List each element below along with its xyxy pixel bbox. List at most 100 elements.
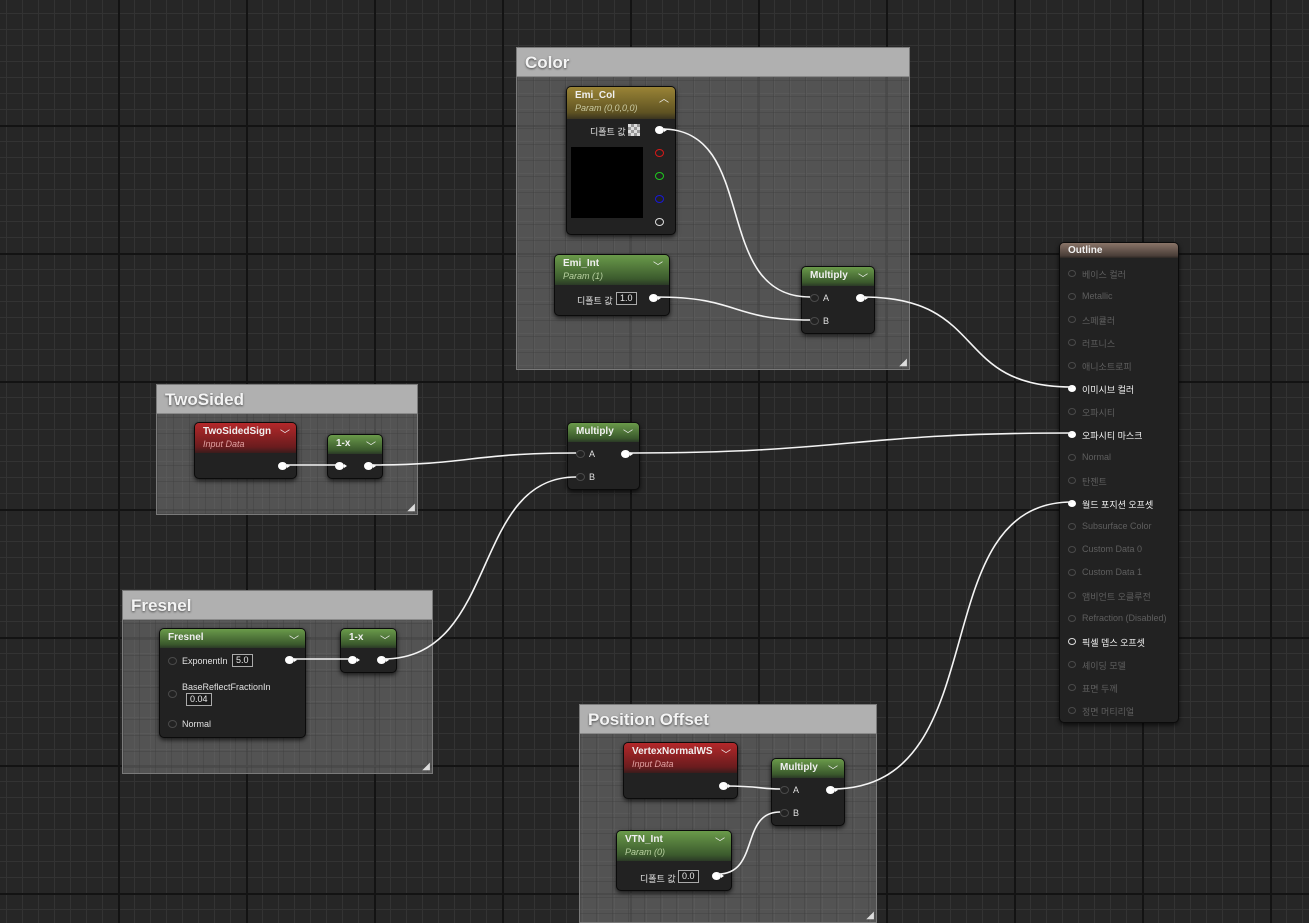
node-header[interactable]: Multiply ﹀ <box>802 267 874 286</box>
fresnel-node[interactable]: Fresnel ﹀ ExponentIn 5.0 BaseReflectFrac… <box>159 628 306 738</box>
output-pin[interactable] <box>377 656 389 664</box>
output-pin[interactable] <box>364 462 376 470</box>
input-pin[interactable] <box>1068 385 1076 392</box>
input-pin[interactable] <box>1068 615 1076 622</box>
default-value-field[interactable]: 1.0 <box>616 292 637 305</box>
chevron-down-icon[interactable]: ﹀ <box>280 426 290 441</box>
input-pin[interactable] <box>1068 477 1076 484</box>
node-header[interactable]: VertexNormalWS Input Data ﹀ <box>624 743 737 773</box>
chevron-down-icon[interactable]: ﹀ <box>289 632 299 647</box>
input-pin[interactable] <box>1068 638 1076 645</box>
resize-grip-icon[interactable]: ◢ <box>422 762 430 772</box>
output-pin[interactable] <box>712 872 724 880</box>
pin-label: Metallic <box>1082 291 1113 301</box>
output-pin[interactable] <box>719 782 731 790</box>
chevron-down-icon[interactable]: ﹀ <box>721 746 731 761</box>
node-header[interactable]: TwoSidedSign Input Data ﹀ <box>195 423 296 453</box>
output-pin[interactable] <box>278 462 290 470</box>
twosidedsign-node[interactable]: TwoSidedSign Input Data ﹀ <box>194 422 297 479</box>
pin-label-exponent: ExponentIn <box>182 656 228 666</box>
input-pin[interactable] <box>1068 270 1076 277</box>
output-pin-g[interactable] <box>655 172 664 180</box>
node-header[interactable]: Outline <box>1060 243 1178 258</box>
input-pin[interactable] <box>1068 523 1076 530</box>
default-value-field[interactable]: 0.0 <box>678 870 699 883</box>
input-pin[interactable] <box>1068 431 1076 438</box>
input-pin-basereflect[interactable] <box>168 690 177 698</box>
comment-title: Color <box>517 48 909 77</box>
input-pin[interactable] <box>348 656 360 664</box>
outline-material-node[interactable]: Outline 베이스 컬러 Metallic 스페큘러 러프니스 애니소트로피 이미시브… <box>1059 242 1179 723</box>
emi-int-node[interactable]: Emi_Int Param (1) ﹀ 디폴트 값 1.0 <box>554 254 670 316</box>
input-pin-a[interactable] <box>780 786 789 794</box>
basereflect-field[interactable]: 0.04 <box>186 693 212 706</box>
input-pin-normal[interactable] <box>168 720 177 728</box>
node-header[interactable]: 1-x ﹀ <box>341 629 396 648</box>
collapse-chevron-up-icon[interactable]: ︿ <box>659 90 669 105</box>
chevron-down-icon[interactable]: ﹀ <box>623 426 633 441</box>
pin-label: 표면 두께 <box>1082 684 1118 694</box>
pin-label: 정면 머티리얼 <box>1082 707 1135 717</box>
exponent-field[interactable]: 5.0 <box>232 654 253 667</box>
output-pin[interactable] <box>649 294 661 302</box>
pin-label: Normal <box>1082 452 1112 462</box>
output-pin-rgba[interactable] <box>655 126 667 134</box>
input-pin[interactable] <box>335 462 347 470</box>
input-pin-exponent[interactable] <box>168 657 177 665</box>
input-pin[interactable] <box>1068 362 1076 369</box>
multiply-color-node[interactable]: Multiply ﹀ A B <box>801 266 875 334</box>
input-pin[interactable] <box>1068 293 1076 300</box>
node-header[interactable]: Fresnel ﹀ <box>160 629 305 648</box>
output-pin-b[interactable] <box>655 195 664 203</box>
emi-col-node[interactable]: Emi_Col Param (0,0,0,0) ︿ 디폴트 값 <box>566 86 676 235</box>
comment-title: TwoSided <box>157 385 417 414</box>
output-pin[interactable] <box>285 656 297 664</box>
output-pin[interactable] <box>621 450 633 458</box>
input-pin[interactable] <box>1068 569 1076 576</box>
input-pin-a[interactable] <box>810 294 819 302</box>
input-pin-b[interactable] <box>810 317 819 325</box>
pin-label-normal: Normal <box>182 719 212 729</box>
input-pin[interactable] <box>1068 500 1076 507</box>
multiply-mid-node[interactable]: Multiply ﹀ A B <box>567 422 640 490</box>
input-pin[interactable] <box>1068 546 1076 553</box>
node-header[interactable]: Emi_Col Param (0,0,0,0) ︿ <box>567 87 675 119</box>
node-header[interactable]: Emi_Int Param (1) ﹀ <box>555 255 669 285</box>
output-pin[interactable] <box>856 294 868 302</box>
one-minus-node-1[interactable]: 1-x ﹀ <box>327 434 383 479</box>
resize-grip-icon[interactable]: ◢ <box>899 358 907 368</box>
input-pin[interactable] <box>1068 684 1076 691</box>
input-pin[interactable] <box>1068 661 1076 668</box>
input-pin[interactable] <box>1068 707 1076 714</box>
input-pin[interactable] <box>1068 316 1076 323</box>
node-header[interactable]: Multiply ﹀ <box>568 423 639 442</box>
output-pin[interactable] <box>826 786 838 794</box>
vtn-int-node[interactable]: VTN_Int Param (0) ﹀ 디폴트 값 0.0 <box>616 830 732 891</box>
pin-label: 오파시티 <box>1082 408 1116 418</box>
input-pin[interactable] <box>1068 408 1076 415</box>
pin-label-b: B <box>823 316 830 326</box>
input-pin-b[interactable] <box>780 809 789 817</box>
input-pin[interactable] <box>1068 339 1076 346</box>
one-minus-node-2[interactable]: 1-x ﹀ <box>340 628 397 673</box>
node-header[interactable]: VTN_Int Param (0) ﹀ <box>617 831 731 861</box>
node-header[interactable]: Multiply ﹀ <box>772 759 844 778</box>
node-header[interactable]: 1-x ﹀ <box>328 435 382 454</box>
chevron-down-icon[interactable]: ﹀ <box>380 632 390 647</box>
input-pin-a[interactable] <box>576 450 585 458</box>
color-swatch-checker-icon[interactable] <box>628 124 640 136</box>
input-pin[interactable] <box>1068 592 1076 599</box>
multiply-pos-node[interactable]: Multiply ﹀ A B <box>771 758 845 826</box>
chevron-down-icon[interactable]: ﹀ <box>828 762 838 777</box>
input-pin-b[interactable] <box>576 473 585 481</box>
output-pin-a[interactable] <box>655 218 664 226</box>
vertexnormalws-node[interactable]: VertexNormalWS Input Data ﹀ <box>623 742 738 799</box>
resize-grip-icon[interactable]: ◢ <box>866 911 874 921</box>
chevron-down-icon[interactable]: ﹀ <box>653 258 663 273</box>
chevron-down-icon[interactable]: ﹀ <box>858 270 868 285</box>
chevron-down-icon[interactable]: ﹀ <box>366 438 376 453</box>
output-pin-r[interactable] <box>655 149 664 157</box>
resize-grip-icon[interactable]: ◢ <box>407 503 415 513</box>
input-pin[interactable] <box>1068 454 1076 461</box>
chevron-down-icon[interactable]: ﹀ <box>715 834 725 849</box>
